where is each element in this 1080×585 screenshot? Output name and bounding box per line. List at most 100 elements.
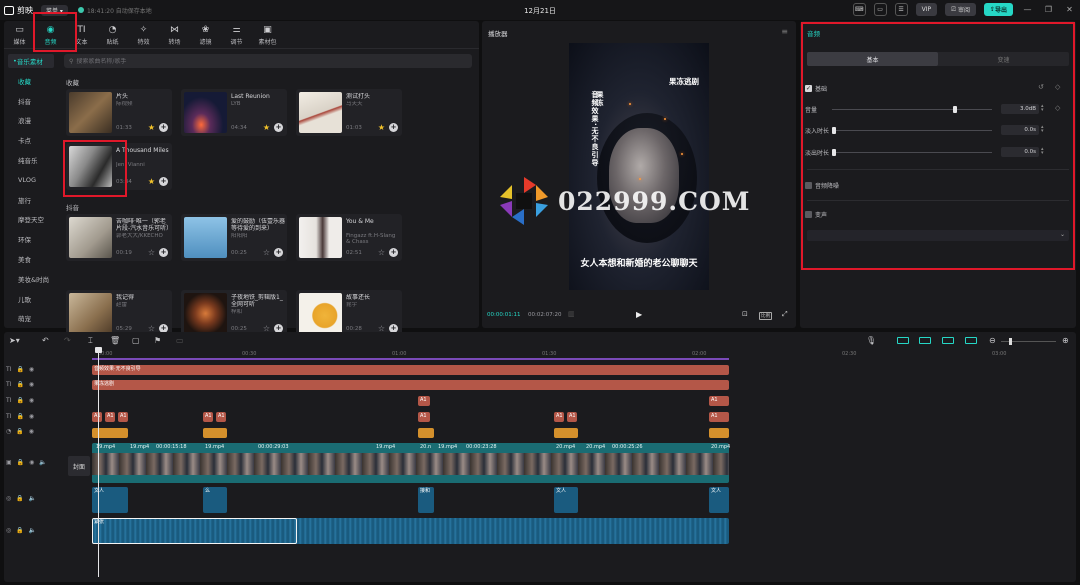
reset-icon[interactable]: ↺ bbox=[1038, 83, 1044, 91]
delete-icon[interactable]: 🗑 bbox=[110, 336, 120, 345]
text-clip-small[interactable]: A1 bbox=[709, 396, 729, 406]
music-card[interactable]: 爱的鼓励（伍壹乐器等待爱的到来） 阳阳阳 00:25 ☆ + bbox=[181, 214, 287, 261]
player-menu-icon[interactable]: ≡ bbox=[781, 27, 788, 36]
favorite-star-icon[interactable]: ☆ bbox=[377, 248, 386, 257]
lock-icon[interactable]: 🔒 bbox=[17, 459, 24, 466]
add-to-track-icon[interactable]: + bbox=[389, 248, 398, 257]
playhead[interactable] bbox=[98, 349, 99, 577]
category-modern-sky[interactable]: 摩登天空 bbox=[4, 210, 58, 230]
zoom-slider[interactable] bbox=[1001, 338, 1056, 345]
category-beat[interactable]: 卡点 bbox=[4, 130, 58, 150]
text-clip-small[interactable]: A1 bbox=[216, 412, 226, 422]
visibility-eye-icon[interactable]: ◉ bbox=[29, 459, 34, 466]
tab-sticker[interactable]: ◔ 贴纸 bbox=[97, 21, 128, 49]
fade-in-stepper[interactable]: ▴ ▾ bbox=[1041, 125, 1044, 134]
crop-icon[interactable]: ▭ bbox=[176, 336, 184, 345]
zoom-in-icon[interactable]: ⊕ bbox=[1062, 336, 1069, 345]
effect-clip[interactable] bbox=[203, 428, 227, 438]
voice-clip[interactable]: 文人 bbox=[554, 487, 578, 513]
preview-axis-icon[interactable] bbox=[965, 337, 977, 344]
category-beauty[interactable]: 美妆&时尚 bbox=[4, 269, 58, 289]
fade-out-slider[interactable] bbox=[832, 149, 992, 156]
maximize-icon[interactable]: ❐ bbox=[1042, 3, 1055, 16]
lock-icon[interactable]: 🔒 bbox=[16, 397, 23, 404]
lock-icon[interactable]: 🔒 bbox=[16, 428, 23, 435]
fade-out-value-input[interactable]: 0.0s bbox=[1001, 147, 1039, 157]
tab-package[interactable]: ▣ 素材包 bbox=[252, 21, 283, 49]
fullscreen-icon[interactable]: ⤢ bbox=[782, 310, 788, 319]
music-card[interactable]: Last Reunion LYB 04:34 ★ + bbox=[181, 89, 287, 136]
mute-audio-icon[interactable]: 🔈 bbox=[39, 459, 46, 466]
cover-button[interactable]: 封面 bbox=[68, 456, 90, 476]
minimize-icon[interactable]: — bbox=[1021, 3, 1034, 16]
category-douyin[interactable]: 抖音 bbox=[4, 91, 58, 111]
lock-icon[interactable]: 🔒 bbox=[16, 495, 23, 502]
video-preview[interactable]: 音频效果·无不良引导 果冻 果冻逃剧 女人本想和新婚的老公聊聊天 bbox=[569, 43, 709, 290]
music-card[interactable]: A Thousand Miles Jeni Vianni 03:34 ★ + bbox=[66, 143, 172, 190]
lock-icon[interactable]: 🔒 bbox=[16, 381, 23, 388]
fade-in-slider[interactable] bbox=[832, 127, 992, 134]
fit-screen-icon[interactable]: ⊡ bbox=[742, 310, 748, 318]
favorite-star-icon[interactable]: ☆ bbox=[147, 248, 156, 257]
split-icon[interactable]: ⌶ bbox=[88, 336, 93, 346]
basic-checkbox[interactable]: ✓ bbox=[805, 84, 812, 92]
category-food[interactable]: 美食 bbox=[4, 249, 58, 269]
visibility-eye-icon[interactable]: ◉ bbox=[29, 428, 34, 435]
denoise-checkbox[interactable] bbox=[805, 181, 812, 189]
keyframe-icon[interactable]: ◇ bbox=[1055, 83, 1060, 91]
auto-snap-icon[interactable] bbox=[919, 337, 931, 344]
shortcut-keyboard-icon[interactable]: ⌨ bbox=[852, 3, 866, 16]
add-to-track-icon[interactable]: + bbox=[159, 177, 168, 186]
tab-speed[interactable]: 变速 bbox=[938, 52, 1069, 66]
tab-text[interactable]: TI 文本 bbox=[66, 21, 97, 49]
text-clip-small[interactable]: A1 bbox=[567, 412, 577, 422]
fade-out-stepper[interactable]: ▴ ▾ bbox=[1041, 147, 1044, 156]
category-kids[interactable]: 儿歌 bbox=[4, 289, 58, 309]
close-icon[interactable]: ✕ bbox=[1063, 3, 1076, 16]
category-pets[interactable]: 萌宠 bbox=[4, 309, 58, 329]
freeze-frame-icon[interactable]: ▢ bbox=[132, 336, 140, 345]
category-pure-music[interactable]: 纯音乐 bbox=[4, 150, 58, 170]
select-pointer-icon[interactable]: ➤▾ bbox=[9, 336, 20, 345]
add-to-track-icon[interactable]: + bbox=[389, 123, 398, 132]
text-clip[interactable]: 果冻逃剧 bbox=[92, 380, 729, 390]
music-card[interactable]: 测试打头 马天天 01:03 ★ + bbox=[296, 89, 402, 136]
main-track-magnet-icon[interactable] bbox=[897, 337, 909, 344]
volume-value-input[interactable]: 3.0dB bbox=[1001, 104, 1039, 114]
ratio-button[interactable]: 比例 bbox=[759, 312, 772, 320]
favorite-star-icon[interactable]: ★ bbox=[147, 177, 156, 186]
visibility-eye-icon[interactable]: ◉ bbox=[29, 366, 34, 373]
tab-media[interactable]: ▭ 媒体 bbox=[4, 21, 35, 49]
voice-change-dropdown[interactable]: ⌄ bbox=[807, 230, 1069, 241]
tab-filter[interactable]: ❀ 滤镜 bbox=[190, 21, 221, 49]
favorite-star-icon[interactable]: ★ bbox=[377, 123, 386, 132]
add-to-track-icon[interactable]: + bbox=[274, 248, 283, 257]
music-card[interactable]: 子夜地铁_剪辑版1_全网可听 梓和 00:25 ☆ + bbox=[181, 290, 287, 337]
category-romantic[interactable]: 浪漫 bbox=[4, 111, 58, 131]
text-clip-small[interactable]: A1 bbox=[709, 412, 729, 422]
zoom-slider-handle[interactable] bbox=[1009, 338, 1012, 345]
tab-adjust[interactable]: ⚌ 调节 bbox=[221, 21, 252, 49]
text-clip-small[interactable]: A1 bbox=[118, 412, 128, 422]
tab-transition[interactable]: ⋈ 转场 bbox=[159, 21, 190, 49]
add-to-track-icon[interactable]: + bbox=[159, 123, 168, 132]
lock-icon[interactable]: 🔒 bbox=[16, 366, 23, 373]
volume-stepper[interactable]: ▴ ▾ bbox=[1041, 104, 1044, 113]
lock-icon[interactable]: 🔒 bbox=[16, 527, 23, 534]
fade-out-slider-handle[interactable] bbox=[832, 149, 836, 156]
lock-icon[interactable]: 🔒 bbox=[16, 413, 23, 420]
effect-clip[interactable] bbox=[554, 428, 578, 438]
text-clip[interactable]: 音频效果·无不良引导 bbox=[92, 365, 729, 375]
visibility-eye-icon[interactable]: ◉ bbox=[29, 397, 34, 404]
effect-clip[interactable] bbox=[709, 428, 729, 438]
visibility-eye-icon[interactable]: ◉ bbox=[29, 413, 34, 420]
text-clip-small[interactable]: A1 bbox=[92, 412, 102, 422]
volume-keyframe-icon[interactable]: ◇ bbox=[1055, 104, 1060, 112]
favorite-star-icon[interactable]: ☆ bbox=[262, 248, 271, 257]
voice-change-checkbox[interactable] bbox=[805, 210, 812, 218]
volume-slider[interactable] bbox=[832, 106, 992, 113]
tab-basic[interactable]: 基本 bbox=[807, 52, 938, 66]
tab-effects[interactable]: ✧ 特效 bbox=[128, 21, 159, 49]
text-clip-small[interactable]: A1 bbox=[105, 412, 115, 422]
category-travel[interactable]: 旅行 bbox=[4, 190, 58, 210]
